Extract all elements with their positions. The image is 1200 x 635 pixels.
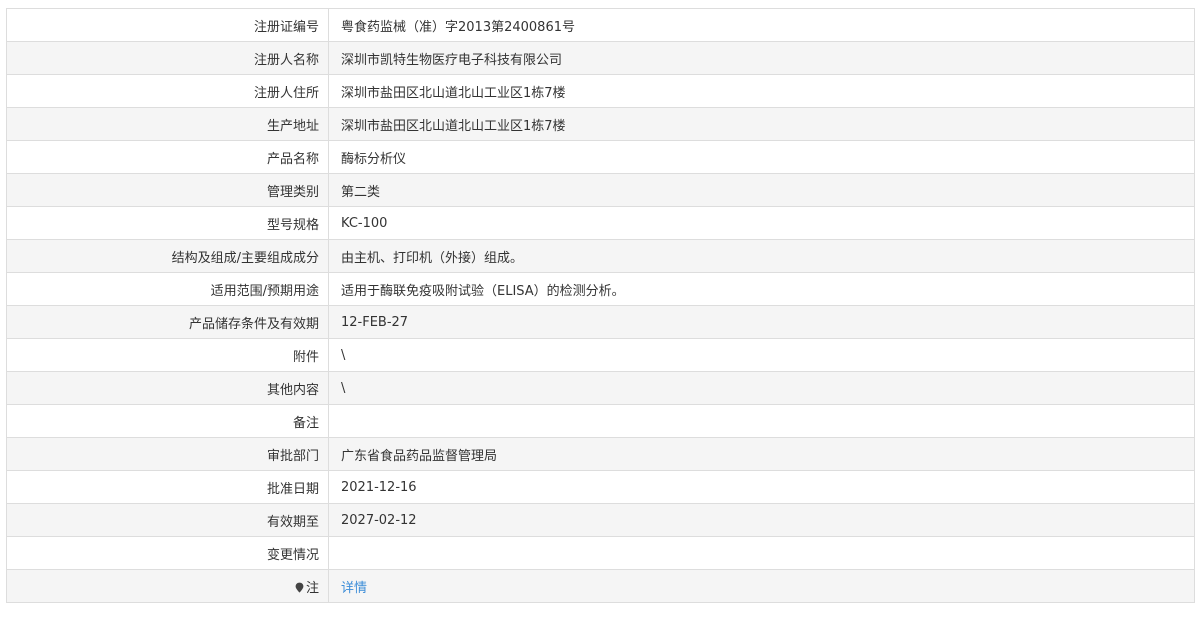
table-row: 审批部门 广东省食品药品监督管理局 xyxy=(6,437,1195,471)
table-row: 批准日期 2021-12-16 xyxy=(6,470,1195,504)
row-value: 由主机、打印机（外接）组成。 xyxy=(328,239,1195,273)
row-label: 适用范围/预期用途 xyxy=(6,272,329,306)
note-label: 注 xyxy=(305,580,319,596)
row-label: 审批部门 xyxy=(6,437,329,471)
row-value: 粤食药监械（准）字2013第2400861号 xyxy=(328,8,1195,42)
table-row: 适用范围/预期用途 适用于酶联免疫吸附试验（ELISA）的检测分析。 xyxy=(6,272,1195,306)
row-value: 酶标分析仪 xyxy=(328,140,1195,174)
row-value xyxy=(328,404,1195,438)
table-row: 其他内容 \ xyxy=(6,371,1195,405)
row-value: 广东省食品药品监督管理局 xyxy=(328,437,1195,471)
table-row: 附件 \ xyxy=(6,338,1195,372)
row-label: 注册人名称 xyxy=(6,41,329,75)
row-value: 适用于酶联免疫吸附试验（ELISA）的检测分析。 xyxy=(328,272,1195,306)
row-label: 产品名称 xyxy=(6,140,329,174)
table-row: 有效期至 2027-02-12 xyxy=(6,503,1195,537)
table-row: 产品储存条件及有效期 12-FEB-27 xyxy=(6,305,1195,339)
table-row: 备注 xyxy=(6,404,1195,438)
details-link[interactable]: 详情 xyxy=(341,581,367,596)
table-row: 型号规格 KC-100 xyxy=(6,206,1195,240)
table-row: 注册人名称 深圳市凯特生物医疗电子科技有限公司 xyxy=(6,41,1195,75)
note-value-cell: 详情 xyxy=(328,569,1195,603)
row-value: \ xyxy=(328,338,1195,372)
row-label: 备注 xyxy=(6,404,329,438)
row-value: \ xyxy=(328,371,1195,405)
row-label: 结构及组成/主要组成成分 xyxy=(6,239,329,273)
row-label: 变更情况 xyxy=(6,536,329,570)
row-label: 有效期至 xyxy=(6,503,329,537)
row-value: 第二类 xyxy=(328,173,1195,207)
row-label: 型号规格 xyxy=(6,206,329,240)
row-value: 深圳市盐田区北山道北山工业区1栋7楼 xyxy=(328,107,1195,141)
row-value: 深圳市凯特生物医疗电子科技有限公司 xyxy=(328,41,1195,75)
table-row: 生产地址 深圳市盐田区北山道北山工业区1栋7楼 xyxy=(6,107,1195,141)
row-label: 产品储存条件及有效期 xyxy=(6,305,329,339)
table-row: 变更情况 xyxy=(6,536,1195,570)
note-row: 注 详情 xyxy=(6,569,1195,603)
row-value xyxy=(328,536,1195,570)
table-row: 结构及组成/主要组成成分 由主机、打印机（外接）组成。 xyxy=(6,239,1195,273)
pin-icon xyxy=(294,582,305,593)
row-label: 注册证编号 xyxy=(6,8,329,42)
row-label: 管理类别 xyxy=(6,173,329,207)
row-label: 注册人住所 xyxy=(6,74,329,108)
row-label: 生产地址 xyxy=(6,107,329,141)
row-value: 深圳市盐田区北山道北山工业区1栋7楼 xyxy=(328,74,1195,108)
row-label: 批准日期 xyxy=(6,470,329,504)
registration-info-table: 注册证编号 粤食药监械（准）字2013第2400861号 注册人名称 深圳市凯特… xyxy=(6,8,1195,603)
table-row: 管理类别 第二类 xyxy=(6,173,1195,207)
row-value: 2021-12-16 xyxy=(328,470,1195,504)
row-value: KC-100 xyxy=(328,206,1195,240)
table-row: 注册证编号 粤食药监械（准）字2013第2400861号 xyxy=(6,8,1195,42)
row-value: 12-FEB-27 xyxy=(328,305,1195,339)
registration-detail-panel: 注册证编号 粤食药监械（准）字2013第2400861号 注册人名称 深圳市凯特… xyxy=(6,8,1195,603)
row-label: 附件 xyxy=(6,338,329,372)
table-row: 注册人住所 深圳市盐田区北山道北山工业区1栋7楼 xyxy=(6,74,1195,108)
note-label-cell: 注 xyxy=(6,569,329,603)
row-label: 其他内容 xyxy=(6,371,329,405)
row-value: 2027-02-12 xyxy=(328,503,1195,537)
table-row: 产品名称 酶标分析仪 xyxy=(6,140,1195,174)
